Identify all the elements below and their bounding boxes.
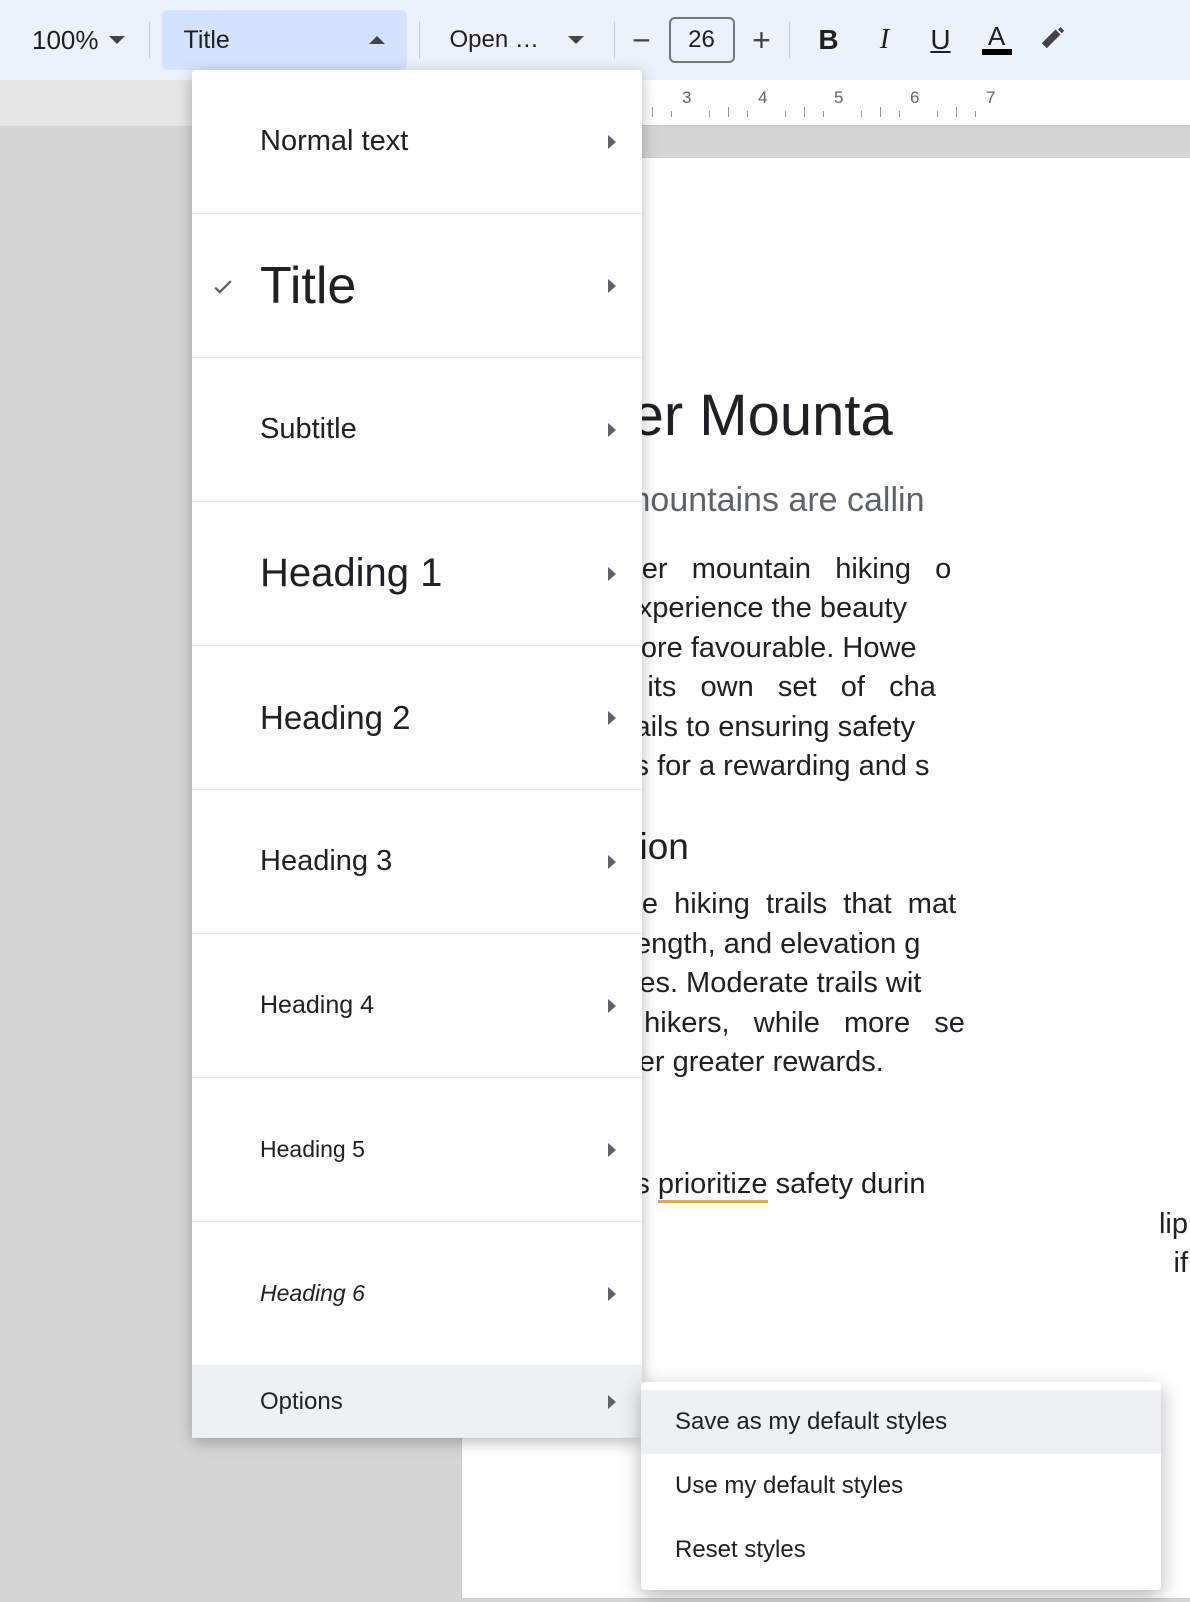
chevron-right-icon <box>608 1143 616 1157</box>
ruler-tick-4: 4 <box>758 88 767 108</box>
separator <box>614 22 615 58</box>
zoom-value: 100% <box>32 25 99 56</box>
increase-font-size-button[interactable]: + <box>747 22 777 59</box>
ruler-tick-7: 7 <box>986 88 995 108</box>
style-item-label: Heading 3 <box>260 845 392 878</box>
chevron-right-icon <box>608 711 616 725</box>
style-item-label: Subtitle <box>260 413 357 446</box>
highlight-button[interactable] <box>1036 22 1070 59</box>
italic-button[interactable]: I <box>868 24 902 56</box>
decrease-font-size-button[interactable]: − <box>627 22 657 59</box>
separator <box>789 22 790 58</box>
style-item-heading-2[interactable]: Heading 2 <box>192 646 642 790</box>
style-item-label: Heading 1 <box>260 551 442 596</box>
style-item-label: Heading 2 <box>260 699 410 737</box>
style-selector-value: Title <box>184 26 230 55</box>
toolbar: 100% Title Open … − + B I U A <box>0 0 1190 80</box>
options-submenu: Save as my default styles Use my default… <box>641 1382 1161 1590</box>
ruler-tick-5: 5 <box>834 88 843 108</box>
chevron-right-icon <box>608 1287 616 1301</box>
zoom-selector[interactable]: 100% <box>10 19 137 62</box>
text-color-button[interactable]: A <box>980 25 1014 55</box>
style-item-heading-1[interactable]: Heading 1 <box>192 502 642 646</box>
chevron-right-icon <box>608 1395 616 1409</box>
format-group: B I U A <box>812 22 1070 59</box>
style-item-heading-6[interactable]: Heading 6 <box>192 1222 642 1366</box>
style-item-title[interactable]: Title <box>192 214 642 358</box>
style-item-subtitle[interactable]: Subtitle <box>192 358 642 502</box>
option-use-default-styles[interactable]: Use my default styles <box>641 1454 1161 1518</box>
caret-down-icon <box>568 36 584 44</box>
ruler-tick-3: 3 <box>682 88 691 108</box>
text-span: safety durin <box>768 1168 926 1200</box>
caret-down-icon <box>109 36 125 44</box>
style-item-label: Normal text <box>260 125 408 158</box>
separator <box>419 22 420 58</box>
font-selector-value: Open … <box>450 26 539 54</box>
style-item-label: Options <box>260 1388 343 1416</box>
option-label: Use my default styles <box>675 1472 903 1500</box>
style-item-label: Title <box>260 256 356 316</box>
style-item-label: Heading 4 <box>260 991 374 1020</box>
font-size-input[interactable] <box>669 17 735 63</box>
style-item-label: Heading 6 <box>260 1280 365 1307</box>
text-color-glyph: A <box>988 25 1005 47</box>
chevron-right-icon <box>608 279 616 293</box>
spellcheck-underline[interactable]: prioritize <box>658 1168 768 1203</box>
styles-dropdown-menu: Normal text Title Subtitle Heading 1 Hea… <box>192 70 642 1438</box>
option-label: Reset styles <box>675 1536 806 1564</box>
style-item-heading-5[interactable]: Heading 5 <box>192 1078 642 1222</box>
font-selector[interactable]: Open … <box>432 18 602 62</box>
check-icon <box>210 273 236 299</box>
chevron-right-icon <box>608 999 616 1013</box>
chevron-right-icon <box>608 135 616 149</box>
style-item-options[interactable]: Options <box>192 1366 642 1438</box>
bold-button[interactable]: B <box>812 24 846 56</box>
style-item-normal-text[interactable]: Normal text <box>192 70 642 214</box>
option-reset-styles[interactable]: Reset styles <box>641 1518 1161 1582</box>
style-item-heading-4[interactable]: Heading 4 <box>192 934 642 1078</box>
highlighter-icon <box>1038 22 1068 52</box>
option-label: Save as my default styles <box>675 1408 947 1436</box>
separator <box>149 22 150 58</box>
underline-button[interactable]: U <box>924 24 958 56</box>
text-color-bar <box>982 49 1012 55</box>
chevron-right-icon <box>608 423 616 437</box>
font-size-group: − + <box>627 17 777 63</box>
style-item-label: Heading 5 <box>260 1136 365 1163</box>
ruler-tick-6: 6 <box>910 88 919 108</box>
chevron-right-icon <box>608 855 616 869</box>
style-item-heading-3[interactable]: Heading 3 <box>192 790 642 934</box>
paragraph-style-selector[interactable]: Title <box>162 10 407 70</box>
caret-up-icon <box>369 36 385 44</box>
chevron-right-icon <box>608 567 616 581</box>
option-save-default-styles[interactable]: Save as my default styles <box>641 1390 1161 1454</box>
